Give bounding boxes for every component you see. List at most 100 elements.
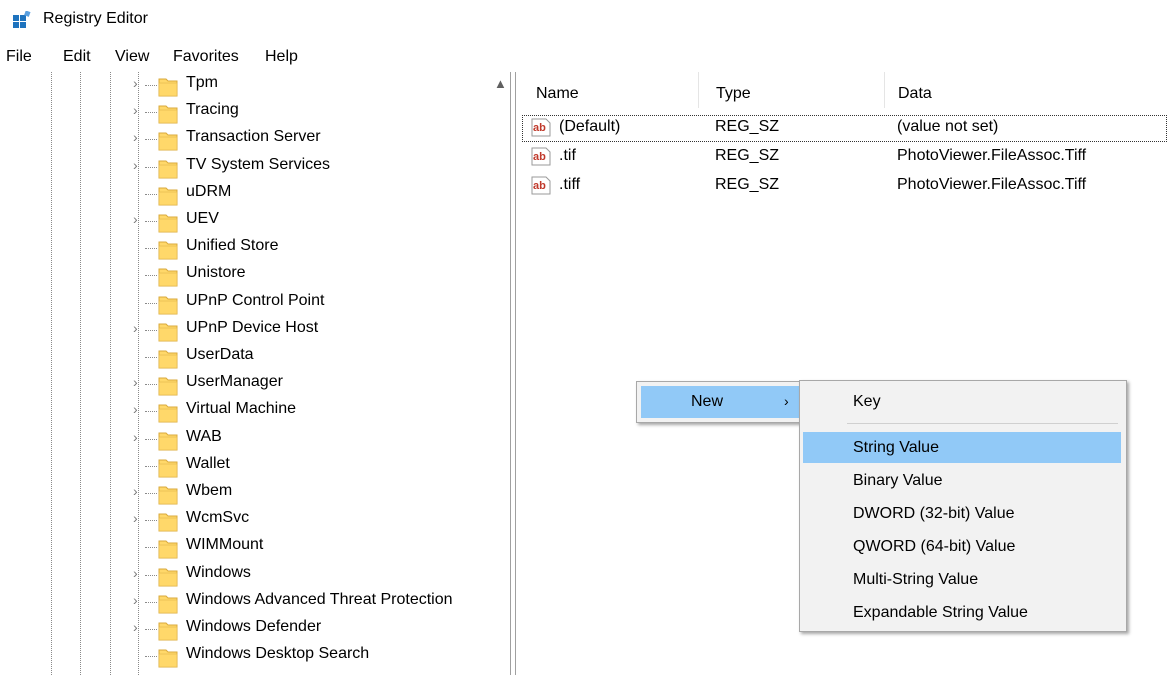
column-divider[interactable] (884, 72, 885, 108)
tree-item-uev[interactable]: › UEV (0, 208, 490, 235)
tree-item-upnp-device-host[interactable]: › UPnP Device Host (0, 317, 490, 344)
tree-connector (145, 411, 157, 413)
tree-item-label: Windows Defender (186, 618, 322, 635)
folder-icon (158, 374, 178, 396)
expand-chevron-icon[interactable]: › (133, 619, 143, 635)
menu-item-label: Expandable String Value (853, 604, 1028, 621)
menu-item-binary-value[interactable]: Binary Value (803, 465, 1121, 496)
tree-item-windows-desktop-search[interactable]: Windows Desktop Search (0, 643, 490, 670)
tree-item-wcmsvc[interactable]: › WcmSvc (0, 507, 490, 534)
column-divider[interactable] (698, 72, 699, 108)
tree-item-transaction-server[interactable]: › Transaction Server (0, 126, 490, 153)
tree-connector (145, 139, 157, 141)
tree-connector (145, 112, 157, 114)
value-row[interactable]: ab (Default) REG_SZ (value not set) (522, 115, 1167, 142)
tree-item-windows-defender[interactable]: › Windows Defender (0, 616, 490, 643)
expand-chevron-icon[interactable]: › (133, 483, 143, 499)
tree-scrollbar[interactable]: ▲ (490, 72, 509, 675)
folder-icon (158, 619, 178, 641)
tree-item-label: Windows (186, 563, 251, 581)
expand-chevron-icon[interactable]: › (133, 592, 143, 608)
tree-connector (145, 384, 157, 386)
tree-connector (145, 85, 157, 86)
value-row[interactable]: ab .tif REG_SZ PhotoViewer.FileAssoc.Tiff (522, 144, 1167, 171)
menu-item-key[interactable]: Key (803, 386, 1121, 417)
folder-icon (158, 592, 178, 614)
tree-item-label: WAB (186, 427, 222, 445)
expand-chevron-icon[interactable]: › (133, 429, 143, 445)
tree-item-label: Unistore (186, 264, 246, 282)
context-menu-new[interactable]: New › (641, 386, 801, 418)
expand-chevron-icon[interactable]: › (133, 129, 143, 145)
menu-item-label: QWORD (64-bit) Value (853, 538, 1016, 555)
registry-tree[interactable]: › Tpm › Tracing › Transaction Server › TV Syste… (0, 72, 509, 675)
tree-item-windows[interactable]: › Windows (0, 562, 490, 589)
expand-chevron-icon[interactable]: › (133, 565, 143, 581)
menu-item-label: Key (853, 393, 881, 410)
tree-item-tv-system-services[interactable]: › TV System Services (0, 154, 490, 181)
tree-item-tracing[interactable]: › Tracing (0, 99, 490, 126)
folder-icon (158, 646, 178, 668)
expand-chevron-icon[interactable]: › (133, 157, 143, 173)
menu-item-multi-string-value[interactable]: Multi-String Value (803, 564, 1121, 595)
expand-chevron-icon[interactable]: › (133, 211, 143, 227)
menu-item-label: DWORD (32-bit) Value (853, 505, 1015, 522)
tree-item-usermanager[interactable]: › UserManager (0, 371, 490, 398)
tree-connector (145, 493, 157, 494)
context-menu-new-label: New (691, 393, 724, 410)
expand-chevron-icon[interactable]: › (133, 510, 143, 526)
tree-item-label: Windows Advanced Threat Protection (186, 590, 453, 608)
tree-item-udrm[interactable]: uDRM (0, 181, 490, 208)
tree-connector (145, 357, 157, 358)
tree-item-unified-store[interactable]: Unified Store (0, 235, 490, 262)
menu-edit[interactable]: Edit (63, 48, 91, 66)
folder-icon (158, 211, 178, 233)
column-header-type[interactable]: Type (716, 85, 751, 103)
folder-icon (158, 184, 178, 206)
menu-bar: File Edit View Favorites Help (0, 46, 1167, 70)
column-header-data[interactable]: Data (898, 85, 932, 103)
expand-chevron-icon[interactable]: › (133, 401, 143, 417)
menu-item-label: Multi-String Value (853, 571, 979, 588)
tree-item-virtual-machine[interactable]: › Virtual Machine (0, 398, 490, 425)
tree-item-upnp-control-point[interactable]: UPnP Control Point (0, 290, 490, 317)
menu-item-qword-64-bit-value[interactable]: QWORD (64-bit) Value (803, 531, 1121, 562)
tree-connector (145, 329, 157, 331)
tree-item-label: UserManager (186, 373, 283, 391)
value-name: .tif (559, 147, 576, 164)
tree-item-unistore[interactable]: Unistore (0, 262, 490, 289)
menu-file[interactable]: File (6, 48, 32, 66)
expand-chevron-icon[interactable]: › (133, 75, 143, 91)
window-title: Registry Editor (43, 10, 148, 27)
tree-item-wab[interactable]: › WAB (0, 426, 490, 453)
folder-icon (158, 293, 178, 315)
tree-item-tpm[interactable]: › Tpm (0, 72, 490, 99)
menu-item-string-value[interactable]: String Value (803, 432, 1121, 463)
expand-chevron-icon[interactable]: › (133, 320, 143, 336)
pane-splitter[interactable] (510, 72, 516, 675)
folder-icon (158, 157, 178, 179)
tree-item-label: TV System Services (186, 155, 331, 173)
menu-item-expandable-string-value[interactable]: Expandable String Value (803, 597, 1121, 628)
tree-item-wbem[interactable]: › Wbem (0, 480, 490, 507)
menu-item-dword-32-bit-value[interactable]: DWORD (32-bit) Value (803, 498, 1121, 529)
menu-view[interactable]: View (115, 48, 149, 66)
tree-item-windows-advanced-threat-protection[interactable]: › Windows Advanced Threat Protection (0, 589, 490, 616)
value-type: REG_SZ (715, 147, 780, 164)
column-header-name[interactable]: Name (536, 85, 579, 103)
expand-chevron-icon[interactable]: › (133, 102, 143, 118)
folder-icon (158, 347, 178, 369)
tree-item-label: UEV (186, 210, 219, 227)
tree-item-userdata[interactable]: UserData (0, 344, 490, 371)
tree-connector (145, 193, 157, 195)
tree-item-wimmount[interactable]: WIMMount (0, 534, 490, 561)
scroll-up-icon[interactable]: ▲ (494, 76, 507, 91)
tree-connector (145, 547, 157, 549)
expand-chevron-icon[interactable]: › (133, 374, 143, 390)
menu-help[interactable]: Help (265, 48, 298, 66)
tree-connector (145, 465, 157, 467)
tree-item-wallet[interactable]: Wallet (0, 453, 490, 480)
menu-favorites[interactable]: Favorites (173, 48, 239, 66)
value-name: .tiff (559, 176, 581, 193)
value-row[interactable]: ab .tiff REG_SZ PhotoViewer.FileAssoc.Tiff (522, 173, 1167, 200)
